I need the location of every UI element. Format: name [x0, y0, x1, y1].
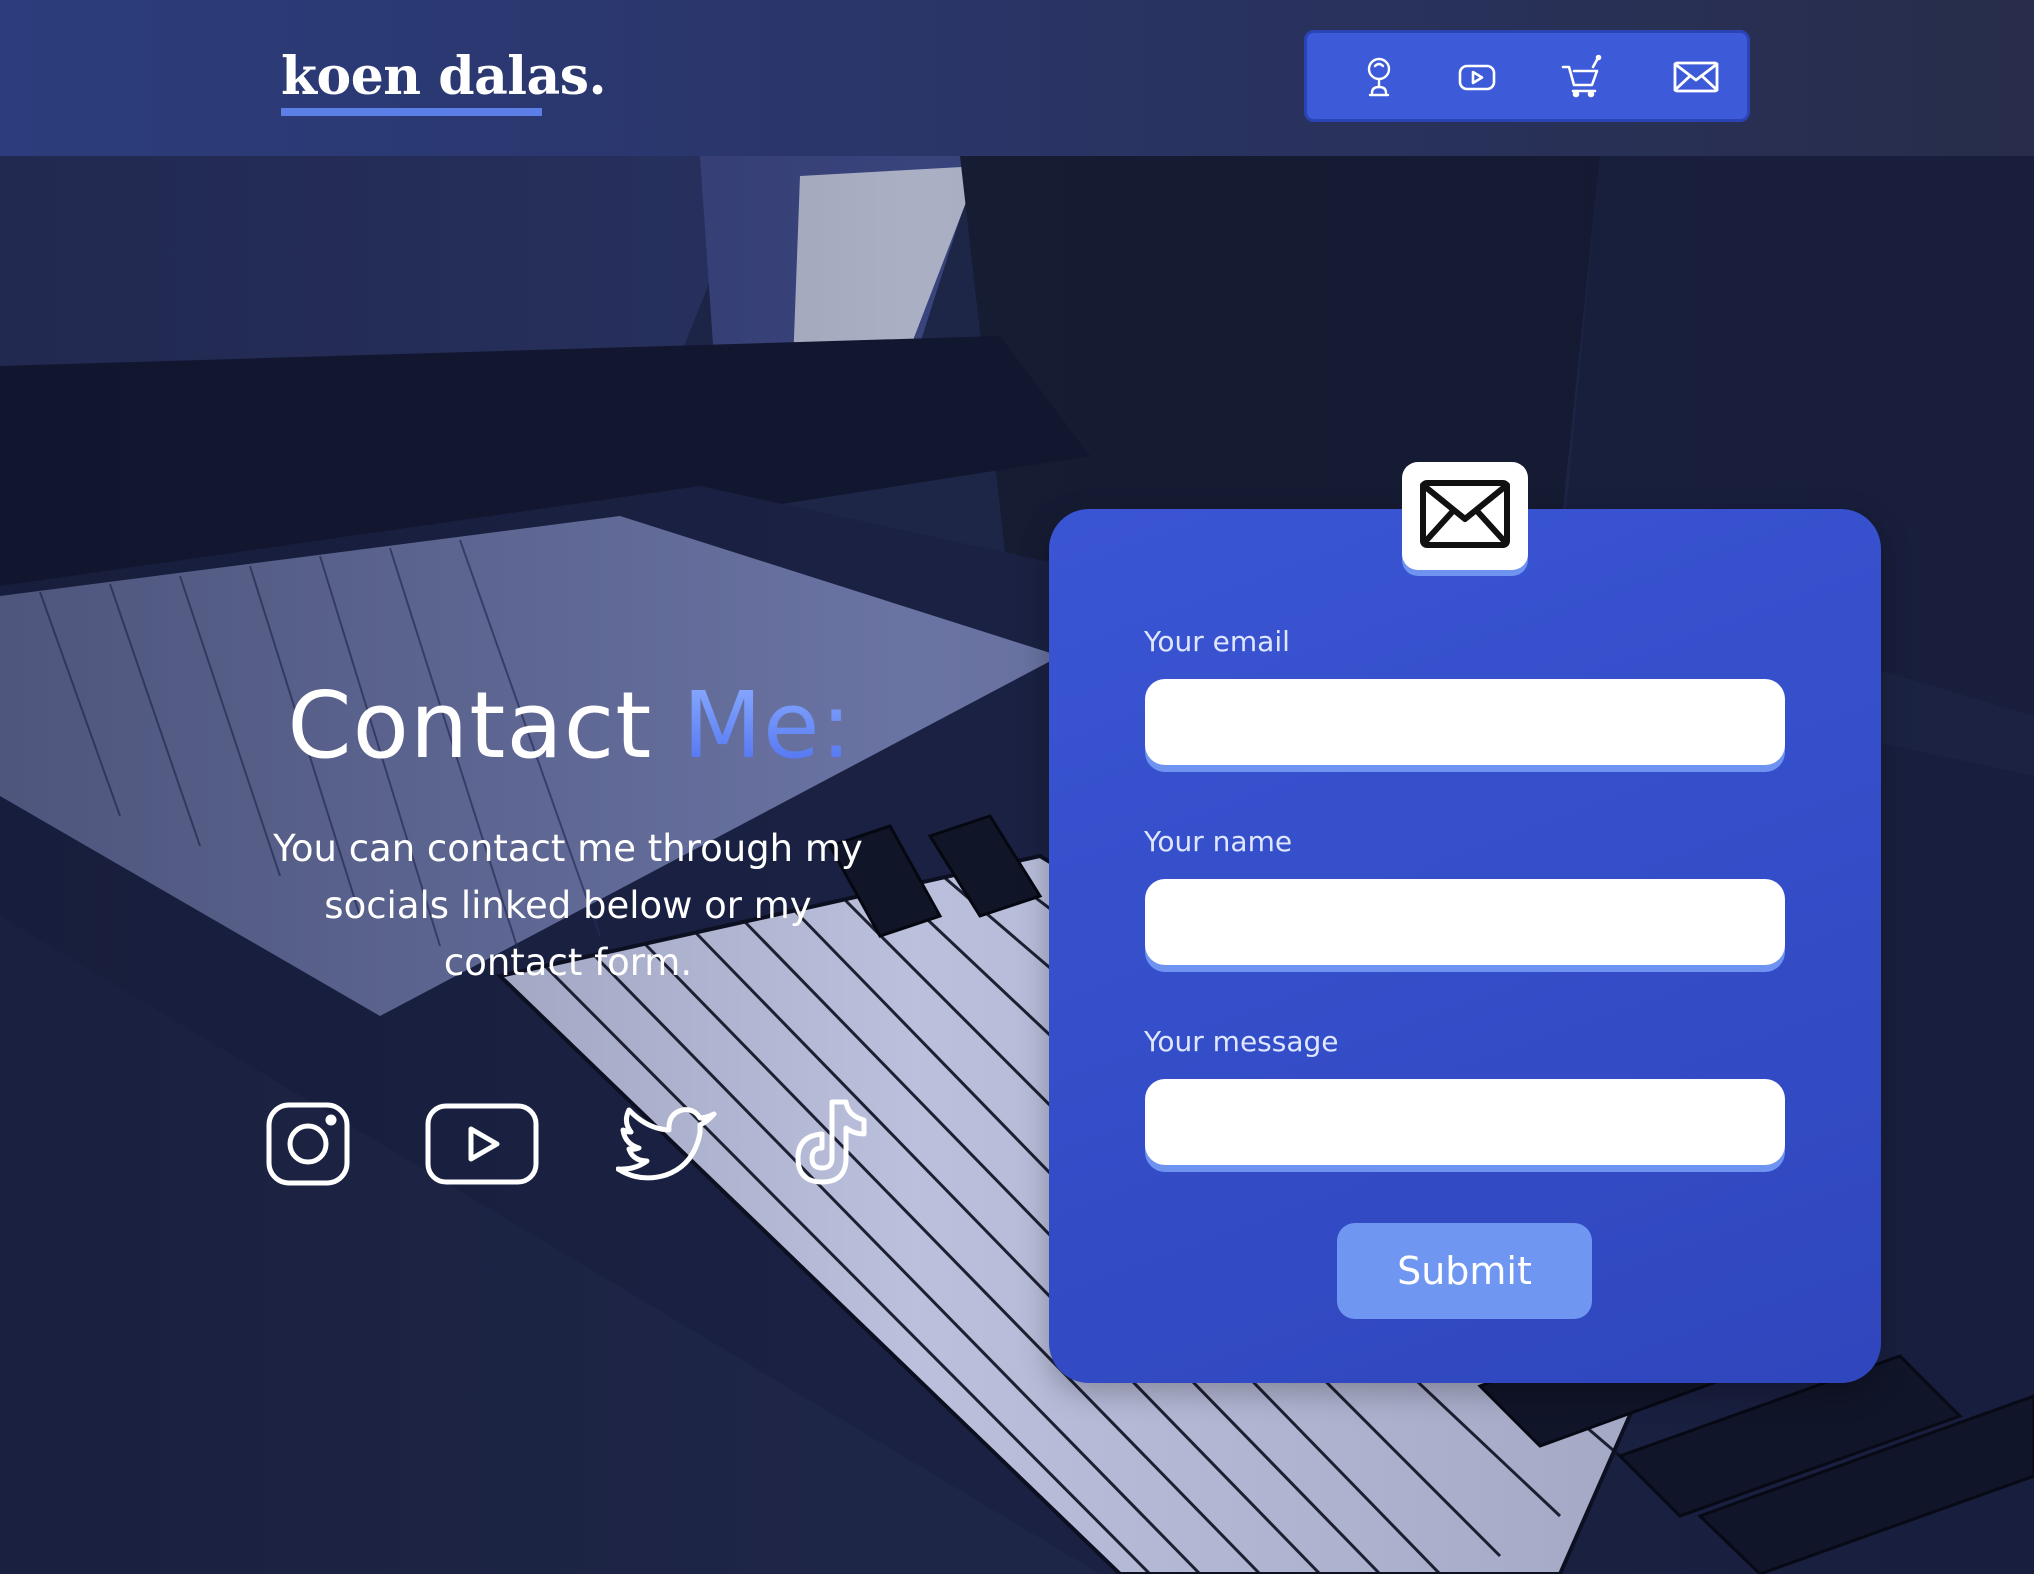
cart-icon — [1561, 54, 1602, 98]
message-field[interactable] — [1145, 1079, 1785, 1165]
youtube-icon — [1458, 64, 1496, 91]
site-logo[interactable]: koen dalas. — [281, 44, 607, 110]
logo-underline — [281, 108, 542, 116]
contact-description: You can contact me through my socials li… — [273, 827, 863, 984]
nav-youtube-button[interactable] — [1449, 49, 1505, 105]
tiktok-icon — [795, 1099, 867, 1185]
tiktok-link[interactable] — [792, 1098, 876, 1190]
main-nav — [1304, 30, 1750, 122]
instagram-icon — [266, 1102, 350, 1186]
envelope-icon — [1420, 480, 1510, 548]
mail-icon — [1673, 61, 1719, 93]
about-icon — [1367, 57, 1391, 97]
youtube-icon — [425, 1103, 539, 1185]
email-label: Your email — [1144, 625, 1290, 658]
nav-shop-button[interactable] — [1553, 49, 1609, 105]
site-header: koen dalas. — [0, 0, 2034, 156]
instagram-link[interactable] — [264, 1100, 352, 1188]
email-field[interactable] — [1145, 679, 1785, 765]
contact-title-main: Contact — [287, 672, 683, 779]
youtube-link[interactable] — [424, 1102, 540, 1186]
name-field[interactable] — [1145, 879, 1785, 965]
twitter-link[interactable] — [616, 1102, 720, 1188]
message-label: Your message — [1144, 1025, 1339, 1058]
contact-title: Contact Me: — [240, 668, 900, 784]
nav-contact-button[interactable] — [1668, 49, 1724, 105]
twitter-icon — [616, 1107, 717, 1181]
nav-about-button[interactable] — [1351, 49, 1407, 105]
submit-button[interactable]: Submit — [1337, 1223, 1592, 1319]
contact-title-accent: Me: — [682, 672, 853, 779]
name-label: Your name — [1144, 825, 1293, 858]
form-header-badge — [1402, 462, 1528, 570]
